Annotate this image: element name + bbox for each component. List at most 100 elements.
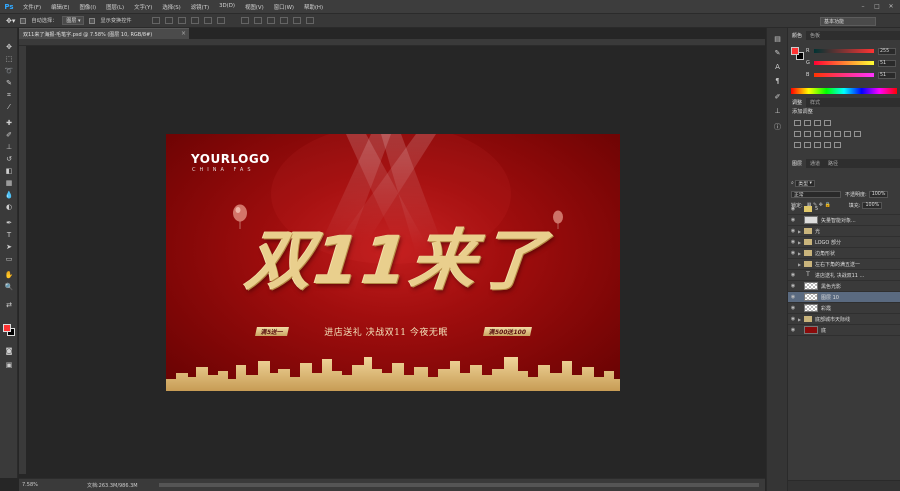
blue-slider[interactable]: B 51 — [806, 71, 898, 79]
document-tab[interactable]: 双11来了海报-毛笔字.psd @ 7.58% (图层 10, RGB/8#) … — [19, 28, 189, 39]
visibility-eye-icon[interactable]: ◉ — [788, 316, 798, 322]
black-white-icon[interactable] — [824, 131, 831, 137]
blue-track[interactable] — [814, 73, 874, 77]
layer-row[interactable]: ◉ ▶ LOGO 部分 — [788, 237, 900, 248]
channel-mixer-icon[interactable] — [844, 131, 851, 137]
hand-tool-icon[interactable]: ✋ — [3, 270, 15, 280]
lasso-tool-icon[interactable]: ➰ — [3, 66, 15, 76]
align-hcenter-icon[interactable] — [203, 17, 212, 24]
brush-panel-icon[interactable]: ✐ — [772, 92, 783, 102]
info-panel-icon[interactable]: ⓘ — [772, 122, 783, 132]
brightness-icon[interactable] — [794, 120, 801, 126]
menu-item[interactable]: 文件(F) — [18, 3, 46, 11]
green-slider[interactable]: G 51 — [806, 59, 898, 67]
brush-tool-icon[interactable]: ✐ — [3, 130, 15, 140]
curves-icon[interactable] — [814, 120, 821, 126]
tab-swatches[interactable]: 色板 — [806, 31, 824, 40]
history-brush-tool-icon[interactable]: ↺ — [3, 154, 15, 164]
move-tool-icon[interactable]: ✥ — [3, 42, 15, 52]
levels-icon[interactable] — [804, 120, 811, 126]
layer-row[interactable]: ◉ 彩霞 — [788, 303, 900, 314]
layer-row[interactable]: ◉ 底 — [788, 325, 900, 336]
red-slider[interactable]: R 255 — [806, 47, 898, 55]
zoom-level[interactable]: 7.58% — [19, 482, 47, 488]
distribute-right-icon[interactable] — [305, 17, 314, 24]
menu-item[interactable]: 图像(I) — [75, 3, 102, 11]
screen-mode-icon[interactable]: ▣ — [3, 360, 15, 370]
color-lookup-icon[interactable] — [854, 131, 861, 137]
exposure-icon[interactable] — [824, 120, 831, 126]
visibility-eye-icon[interactable]: ◉ — [788, 206, 798, 212]
color-panel-foreground-swatch[interactable] — [791, 47, 799, 55]
eyedropper-tool-icon[interactable]: ⁄ — [3, 102, 15, 112]
clone-stamp-tool-icon[interactable]: ⊥ — [3, 142, 15, 152]
kind-filter-dropdown[interactable]: 类型 ▾ — [795, 179, 815, 187]
green-value[interactable]: 51 — [878, 59, 896, 67]
tab-paths[interactable]: 路径 — [824, 159, 842, 168]
zoom-tool-icon[interactable]: 🔍 — [3, 282, 15, 292]
layer-row[interactable]: ◉ 黑色光影 — [788, 281, 900, 292]
layer-row[interactable]: ◉ 图层 10 — [788, 292, 900, 303]
visibility-eye-icon[interactable]: ◉ — [788, 250, 798, 256]
close-document-icon[interactable]: × — [181, 30, 186, 37]
layer-row[interactable]: ◉ ▶ 边角形状 — [788, 248, 900, 259]
posterize-icon[interactable] — [804, 142, 811, 148]
menu-item[interactable]: 帮助(H) — [299, 3, 328, 11]
selective-color-icon[interactable] — [824, 142, 831, 148]
eraser-tool-icon[interactable]: ◧ — [3, 166, 15, 176]
layer-row[interactable]: ◉ ▶ 底部城市天际线 — [788, 314, 900, 325]
close-button[interactable]: ✕ — [884, 0, 898, 13]
gradient-tool-icon[interactable]: ▦ — [3, 178, 15, 188]
gradient-map-icon[interactable] — [834, 142, 841, 148]
pen-tool-icon[interactable]: ✒ — [3, 218, 15, 228]
red-track[interactable] — [814, 49, 874, 53]
distribute-bottom-icon[interactable] — [266, 17, 275, 24]
photo-filter-icon[interactable] — [834, 131, 841, 137]
tab-layers[interactable]: 图层 — [788, 159, 807, 168]
canvas-artwork[interactable]: YOURLOGO CHINA FAS 双11来了 满5送一 进店送礼 决战双11… — [166, 134, 620, 391]
auto-select-dropdown[interactable]: 图层 ▾ — [62, 16, 85, 25]
blur-tool-icon[interactable]: 💧 — [3, 190, 15, 200]
move-tool-icon[interactable]: ✥▾ — [6, 17, 15, 25]
layer-row[interactable]: ◉ 矢量智能对象... — [788, 215, 900, 226]
healing-brush-tool-icon[interactable]: ✚ — [3, 118, 15, 128]
menu-item[interactable]: 视图(V) — [240, 3, 269, 11]
distribute-hcenter-icon[interactable] — [292, 17, 301, 24]
color-balance-icon[interactable] — [814, 131, 821, 137]
align-vcenter-icon[interactable] — [164, 17, 173, 24]
align-top-icon[interactable] — [151, 17, 160, 24]
opacity-field[interactable]: 100% — [868, 190, 889, 198]
horizontal-scrollbar[interactable] — [159, 483, 759, 487]
maximize-button[interactable]: □ — [870, 0, 884, 13]
quick-mask-icon[interactable]: ◙ — [3, 346, 15, 356]
character-panel-icon[interactable]: A — [772, 62, 783, 72]
properties-panel-icon[interactable]: ✎ — [772, 48, 783, 58]
visibility-eye-icon[interactable]: ◉ — [788, 272, 798, 278]
menu-item[interactable]: 滤镜(T) — [186, 3, 214, 11]
layer-row[interactable]: ◉ ▶ 光 — [788, 226, 900, 237]
vibrance-icon[interactable] — [794, 131, 801, 137]
distribute-top-icon[interactable] — [240, 17, 249, 24]
menu-item[interactable]: 3D(D) — [214, 3, 240, 11]
distribute-left-icon[interactable] — [279, 17, 288, 24]
green-track[interactable] — [814, 61, 874, 65]
auto-select-checkbox[interactable] — [20, 17, 27, 24]
layer-row[interactable]: ▶ 左右下角的满五送一 — [788, 259, 900, 270]
crop-tool-icon[interactable]: ⌗ — [3, 90, 15, 100]
distribute-vcenter-icon[interactable] — [253, 17, 262, 24]
shape-tool-icon[interactable]: ▭ — [3, 254, 15, 264]
quick-select-tool-icon[interactable]: ✎ — [3, 78, 15, 88]
tab-channels[interactable]: 通道 — [806, 159, 824, 168]
visibility-eye-icon[interactable]: ◉ — [788, 283, 798, 289]
workspace-dropdown[interactable]: 基本功能 — [820, 17, 876, 26]
visibility-eye-icon[interactable]: ◉ — [788, 327, 798, 333]
tab-adjustments[interactable]: 调整 — [788, 98, 807, 107]
blend-mode-dropdown[interactable]: 正常 — [791, 190, 841, 198]
path-select-tool-icon[interactable]: ➤ — [3, 242, 15, 252]
color-spectrum[interactable] — [791, 88, 897, 94]
visibility-eye-icon[interactable]: ◉ — [788, 239, 798, 245]
threshold-icon[interactable] — [814, 142, 821, 148]
type-tool-icon[interactable]: T — [3, 230, 15, 240]
dodge-tool-icon[interactable]: ◐ — [3, 202, 15, 212]
menu-item[interactable]: 文字(Y) — [129, 3, 157, 11]
